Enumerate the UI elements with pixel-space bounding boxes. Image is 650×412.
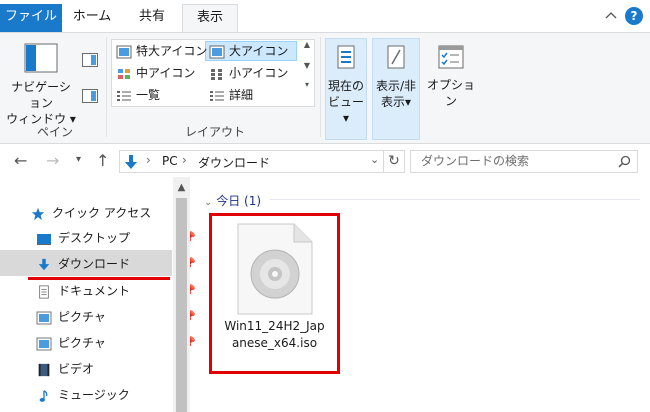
disc-image-icon [237, 223, 313, 315]
tab-share[interactable]: 共有 [124, 4, 180, 32]
nav-item-pictures[interactable]: ピクチャ 📌 [36, 331, 196, 355]
layout-group-label: レイアウト [184, 125, 245, 139]
back-icon[interactable]: ← [14, 151, 27, 170]
group-header-divider [270, 199, 640, 200]
recent-locations-icon[interactable]: ▾ [76, 154, 81, 165]
pane-group-label: ペイン [36, 125, 73, 139]
show-hide-icon [387, 45, 405, 69]
refresh-icon[interactable]: ↻ [383, 150, 405, 173]
search-placeholder: ダウンロードの検索 [421, 154, 530, 168]
layout-gallery-scroll[interactable]: ▲ ▼ ▾ [300, 40, 314, 106]
navigation-pane-icon [24, 43, 58, 73]
address-bar[interactable]: › PC › ダウンロード ⌄ [119, 150, 384, 173]
navigation-pane: クイック アクセス デスクトップ 📌 ダウンロード 📌 ドキュメント 📌 ピクチ… [0, 177, 196, 412]
list-option[interactable]: 一覧 [116, 85, 160, 105]
navigation-pane-button[interactable]: ナビゲーション ウィンドウ ▾ [6, 39, 76, 126]
video-icon [38, 363, 50, 376]
forward-icon[interactable]: → [46, 151, 59, 170]
extra-large-icons-option[interactable]: 特大アイコン [116, 41, 207, 61]
nav-item-downloads[interactable]: ダウンロード 📌 [36, 252, 196, 276]
ribbon-separator [106, 37, 107, 137]
tab-view[interactable]: 表示 [182, 4, 238, 33]
scroll-thumb[interactable] [176, 198, 187, 412]
file-item-iso[interactable]: Win11_24H2_Jap anese_x64.iso [209, 213, 340, 374]
current-view-label-2: ビュー▾ [327, 95, 364, 125]
nav-item-music[interactable]: ミュージック [36, 383, 186, 407]
show-hide-button[interactable]: 表示/非 表示▾ [372, 38, 420, 110]
pictures-icon [36, 311, 52, 324]
current-view-button[interactable]: 現在の ビュー▾ [325, 38, 367, 126]
extra-large-icons-icon [116, 45, 132, 58]
details-option[interactable]: 詳細 [209, 85, 253, 105]
desktop-icon [37, 233, 51, 245]
gallery-more-icon[interactable]: ▾ [300, 80, 314, 89]
file-name[interactable]: Win11_24H2_Jap anese_x64.iso [212, 318, 337, 352]
search-icon [618, 155, 631, 168]
gallery-up-icon[interactable]: ▲ [300, 40, 314, 49]
current-view-icon [337, 45, 355, 69]
music-icon [39, 389, 48, 402]
large-icons-option[interactable]: 大アイコン [209, 41, 288, 61]
small-icons-icon [211, 68, 222, 80]
breadcrumb-chevron-icon[interactable]: › [146, 153, 151, 167]
nav-quick-access[interactable]: クイック アクセス [30, 201, 180, 225]
pictures-icon [36, 337, 52, 350]
options-button[interactable]: オプション [424, 38, 478, 109]
address-dropdown-icon[interactable]: ⌄ [370, 153, 379, 166]
preview-pane-icon[interactable] [82, 53, 98, 67]
ribbon-separator [320, 37, 321, 137]
navigation-pane-label-1: ナビゲーション [11, 80, 71, 110]
tab-file[interactable]: ファイル [0, 4, 62, 32]
nav-item-pictures[interactable]: ピクチャ 📌 [36, 305, 196, 329]
large-icons-icon [209, 45, 225, 58]
search-input[interactable]: ダウンロードの検索 [410, 150, 638, 173]
tab-home[interactable]: ホーム [64, 4, 120, 32]
up-icon[interactable]: ↑ [96, 151, 109, 170]
nav-item-documents[interactable]: ドキュメント 📌 [36, 279, 196, 303]
ribbon-tab-bar: ファイル ホーム 共有 表示 ? [0, 0, 650, 33]
star-icon [31, 207, 45, 220]
download-folder-icon [125, 155, 137, 169]
breadcrumb-pc[interactable]: PC [162, 154, 178, 168]
list-icon [117, 90, 131, 101]
scroll-up-icon[interactable]: ▲ [173, 179, 190, 196]
gallery-down-icon[interactable]: ▼ [300, 61, 314, 70]
ribbon-view-panel: ナビゲーション ウィンドウ ▾ ペイン 特大アイコン 大アイコン 中アイコン 小… [0, 32, 650, 144]
medium-icons-icon [118, 68, 130, 79]
group-collapse-icon[interactable]: ⌄ [204, 197, 212, 208]
navigation-row: ← → ▾ ↑ › PC › ダウンロード ⌄ ↻ ダウンロードの検索 [0, 145, 650, 177]
current-view-label-1: 現在の [327, 79, 364, 93]
nav-item-videos[interactable]: ビデオ [36, 357, 186, 381]
options-label: オプション [426, 78, 475, 108]
show-hide-label-2: 表示▾ [380, 95, 412, 109]
show-hide-label-1: 表示/非 [375, 79, 417, 93]
details-icon [210, 90, 224, 101]
document-icon [39, 284, 49, 299]
options-icon [438, 45, 464, 69]
medium-icons-option[interactable]: 中アイコン [116, 63, 195, 83]
group-header-today[interactable]: ⌄ 今日 (1) [204, 192, 261, 209]
breadcrumb-chevron-icon[interactable]: › [182, 153, 187, 167]
download-icon [38, 258, 50, 270]
breadcrumb-downloads[interactable]: ダウンロード [198, 154, 270, 171]
collapse-ribbon-icon[interactable] [604, 9, 618, 23]
help-icon[interactable]: ? [625, 7, 643, 25]
small-icons-option[interactable]: 小アイコン [209, 63, 288, 83]
nav-item-desktop[interactable]: デスクトップ 📌 [36, 226, 196, 250]
details-pane-icon[interactable] [82, 89, 98, 103]
